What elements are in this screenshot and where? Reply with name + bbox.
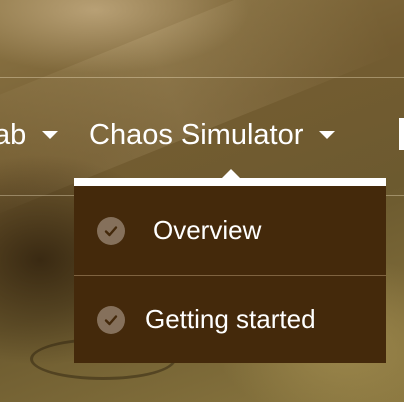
dropdown-item-label: Overview <box>153 215 262 245</box>
dropdown-top-bar <box>74 178 386 186</box>
caret-down-icon <box>319 131 336 139</box>
caret-down-icon <box>42 131 59 139</box>
check-circle-icon <box>97 305 125 334</box>
nav-item-partial[interactable]: ab <box>0 113 59 157</box>
dropdown-item-label: Getting started <box>145 304 316 334</box>
nav-item-label: Chaos Simulator <box>89 118 304 151</box>
nav-item-chaos-simulator[interactable]: Chaos Simulator <box>89 113 336 157</box>
dropdown-item-overview[interactable]: Overview <box>74 186 386 275</box>
nav-top-border <box>0 77 404 78</box>
nav-item-next-partial[interactable] <box>399 118 404 150</box>
check-circle-icon <box>97 216 125 245</box>
dropdown-pointer <box>222 169 240 178</box>
dropdown-item-getting-started[interactable]: Getting started <box>74 276 386 363</box>
nav-item-label: ab <box>0 118 27 151</box>
dropdown-menu: Overview Getting started <box>74 169 386 363</box>
